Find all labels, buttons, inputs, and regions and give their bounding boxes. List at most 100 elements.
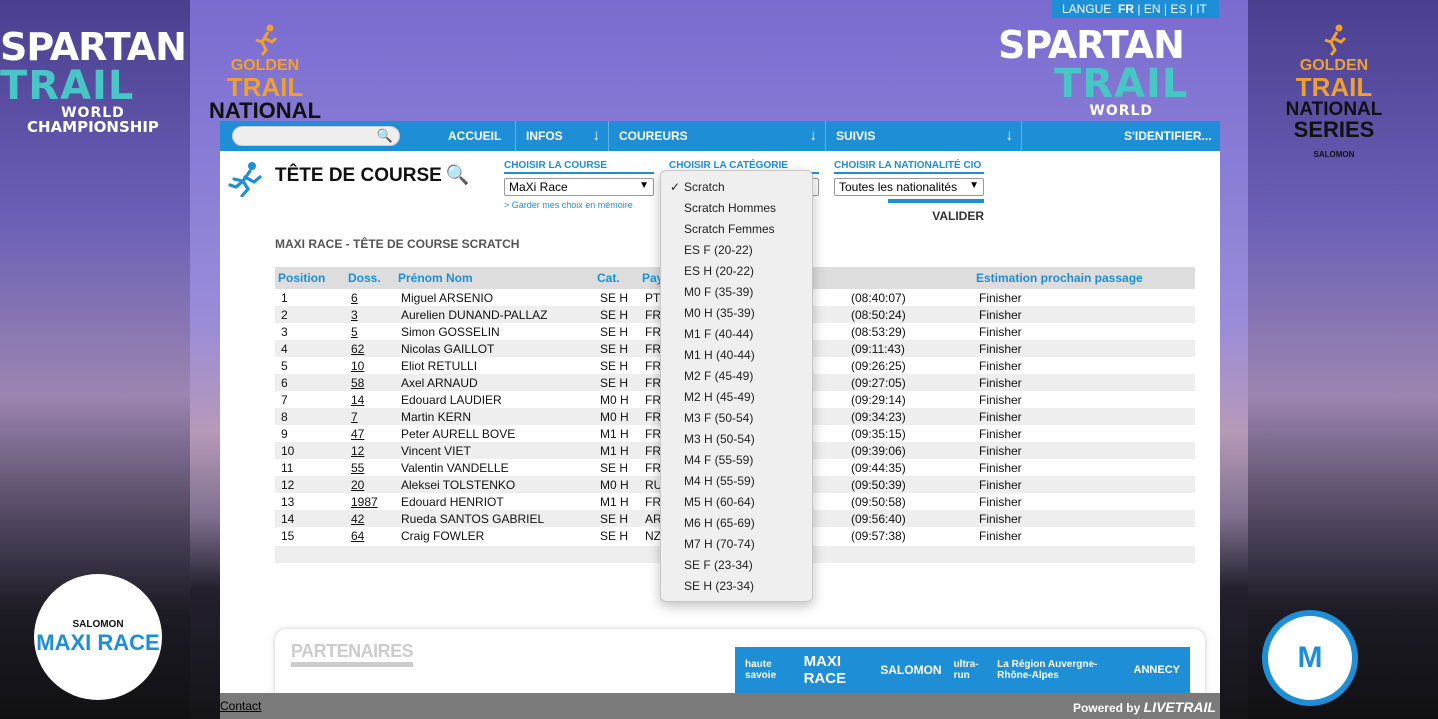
dropdown-option[interactable]: M0 H (35-39) <box>661 303 812 324</box>
table-cell: Axel ARNAUD <box>395 374 594 391</box>
dropdown-option[interactable]: ES H (20-22) <box>661 261 812 282</box>
course-label: CHOISIR LA COURSE <box>504 160 654 174</box>
bib-link[interactable]: 20 <box>345 476 395 493</box>
dropdown-option[interactable]: ES F (20-22) <box>661 240 812 261</box>
dropdown-option[interactable]: M2 H (45-49) <box>661 387 812 408</box>
dropdown-option[interactable]: Scratch Femmes <box>661 219 812 240</box>
table-cell: 1 <box>281 290 288 305</box>
table-cell: Finisher <box>973 306 1195 323</box>
table-cell: Vincent VIET <box>395 442 594 459</box>
bib-link[interactable]: 64 <box>345 527 395 544</box>
table-cell: Finisher <box>973 442 1195 459</box>
table-cell: 3 <box>281 324 288 339</box>
bib-link[interactable]: 62 <box>345 340 395 357</box>
table-cell: M0 H <box>600 392 629 407</box>
bib-link[interactable]: 47 <box>345 425 395 442</box>
table-cell: (08:53:29) <box>851 324 906 339</box>
contact-link[interactable]: Contact <box>220 699 261 713</box>
course-select[interactable]: MaXi Race ▼ <box>504 178 654 196</box>
table-cell: Finisher <box>973 340 1195 357</box>
table-cell: Finisher <box>973 476 1195 493</box>
golden-trail-series-logo: GOLDEN TRAIL NATIONAL SERIES SALOMON <box>1264 24 1404 159</box>
column-header[interactable]: Prénom Nom <box>395 267 594 289</box>
dropdown-option[interactable]: ✓ Scratch <box>661 177 812 198</box>
table-cell: Edouard LAUDIER <box>401 392 502 407</box>
bib-link[interactable]: 14 <box>345 391 395 408</box>
table-cell: M1 H <box>600 494 629 509</box>
nav-bar: 🔍 ACCUEIL INFOS ↓ COUREURS ↓ SUIVIS ↓ S'IDE… <box>220 121 1220 151</box>
dropdown-option[interactable]: M5 H (60-64) <box>661 492 812 513</box>
search-input[interactable]: 🔍 <box>232 126 400 146</box>
sponsor-logo: haute savoie <box>745 659 777 681</box>
table-cell: Finisher <box>979 324 1022 339</box>
nav-coureurs[interactable]: COUREURS ↓ <box>609 121 826 151</box>
nationality-select[interactable]: Toutes les nationalités ▼ <box>834 178 984 196</box>
nav-suivis[interactable]: SUIVIS ↓ <box>826 121 1022 151</box>
bib-link[interactable]: 1987 <box>345 493 395 510</box>
table-cell: Finisher <box>979 426 1022 441</box>
bib-link[interactable]: 12 <box>345 442 395 459</box>
table-cell: (09:11:43) <box>845 340 973 357</box>
footer: Contact Powered by LIVETRAIL <box>220 693 1220 719</box>
bib-link[interactable]: 5 <box>345 323 395 340</box>
magnifier-icon: 🔍 <box>445 165 470 186</box>
table-cell: (09:29:14) <box>851 392 906 407</box>
dropdown-option[interactable]: M7 H (70-74) <box>661 534 812 555</box>
table-cell: Eliot RETULLI <box>401 358 478 373</box>
dropdown-option[interactable]: M0 F (35-39) <box>661 282 812 303</box>
table-cell: Finisher <box>979 494 1022 509</box>
dropdown-option[interactable]: M1 H (40-44) <box>661 345 812 366</box>
bib-link[interactable]: 58 <box>345 374 395 391</box>
bib-link[interactable]: 7 <box>345 408 395 425</box>
category-dropdown-menu[interactable]: ✓ Scratch Scratch Hommes Scratch Femmes ES F… <box>660 170 813 602</box>
remember-choices-link[interactable]: > Garder mes choix en mémoire <box>504 200 633 210</box>
lang-fr-link[interactable]: FR <box>1118 2 1134 16</box>
table-cell: 11 <box>281 460 294 475</box>
sponsor-logo: La Région Auvergne-Rhône-Alpes <box>997 659 1098 681</box>
column-header[interactable]: Estimation prochain passage <box>973 267 1195 289</box>
sponsor-logo: ANNECY <box>1133 664 1180 676</box>
arrow-down-icon: ↓ <box>1005 127 1014 144</box>
table-cell: SE H <box>600 528 629 543</box>
dropdown-option[interactable]: M1 F (40-44) <box>661 324 812 345</box>
dropdown-option[interactable]: M4 F (55-59) <box>661 450 812 471</box>
dropdown-option[interactable]: SE H (23-34) <box>661 576 812 597</box>
validate-button[interactable]: VALIDER <box>888 199 984 223</box>
table-cell: Finisher <box>979 358 1022 373</box>
bib-link[interactable]: 10 <box>345 357 395 374</box>
dropdown-option[interactable]: M3 H (50-54) <box>661 429 812 450</box>
partners-title: PARTENAIRES <box>291 641 414 667</box>
table-cell: SE H <box>594 340 639 357</box>
table-cell: (09:44:35) <box>851 460 906 475</box>
nav-accueil[interactable]: ACCUEIL <box>416 121 516 151</box>
search-icon[interactable]: 🔍 <box>377 128 393 144</box>
dropdown-option[interactable]: SE F (23-34) <box>661 555 812 576</box>
sponsor-logo: SALOMON <box>880 663 942 677</box>
dropdown-option[interactable]: M4 H (55-59) <box>661 471 812 492</box>
table-cell: (09:50:58) <box>851 494 906 509</box>
login-link[interactable]: S'IDENTIFIER... <box>1022 121 1220 151</box>
column-header[interactable]: Position <box>275 267 345 289</box>
lang-en-link[interactable]: EN <box>1144 2 1161 16</box>
bib-link[interactable]: 3 <box>345 306 395 323</box>
livetrail-logo[interactable]: LIVETRAIL <box>1144 699 1216 715</box>
lang-es-link[interactable]: ES <box>1170 2 1186 16</box>
column-header[interactable]: Doss. <box>345 267 395 289</box>
table-cell: Nicolas GAILLOT <box>395 340 594 357</box>
nav-infos[interactable]: INFOS ↓ <box>516 121 609 151</box>
runner-icon <box>1324 24 1347 56</box>
bib-link[interactable]: 6 <box>345 289 395 306</box>
dropdown-option[interactable]: M3 F (50-54) <box>661 408 812 429</box>
table-cell: (09:50:39) <box>845 476 973 493</box>
left-banner: SPARTAN TRAIL WORLD CHAMPIONSHIP SALOMON… <box>0 0 190 719</box>
dropdown-option[interactable]: Scratch Hommes <box>661 198 812 219</box>
column-header[interactable]: Cat. <box>594 267 639 289</box>
table-cell: SE H <box>600 358 629 373</box>
dropdown-option[interactable]: M6 H (65-69) <box>661 513 812 534</box>
lang-it-link[interactable]: IT <box>1196 2 1207 16</box>
table-cell: 9 <box>281 426 288 441</box>
bib-link[interactable]: 42 <box>345 510 395 527</box>
sponsor-strip[interactable]: haute savoie MAXI RACE SALOMON ultra-run… <box>735 647 1190 693</box>
dropdown-option[interactable]: M2 F (45-49) <box>661 366 812 387</box>
bib-link[interactable]: 55 <box>345 459 395 476</box>
